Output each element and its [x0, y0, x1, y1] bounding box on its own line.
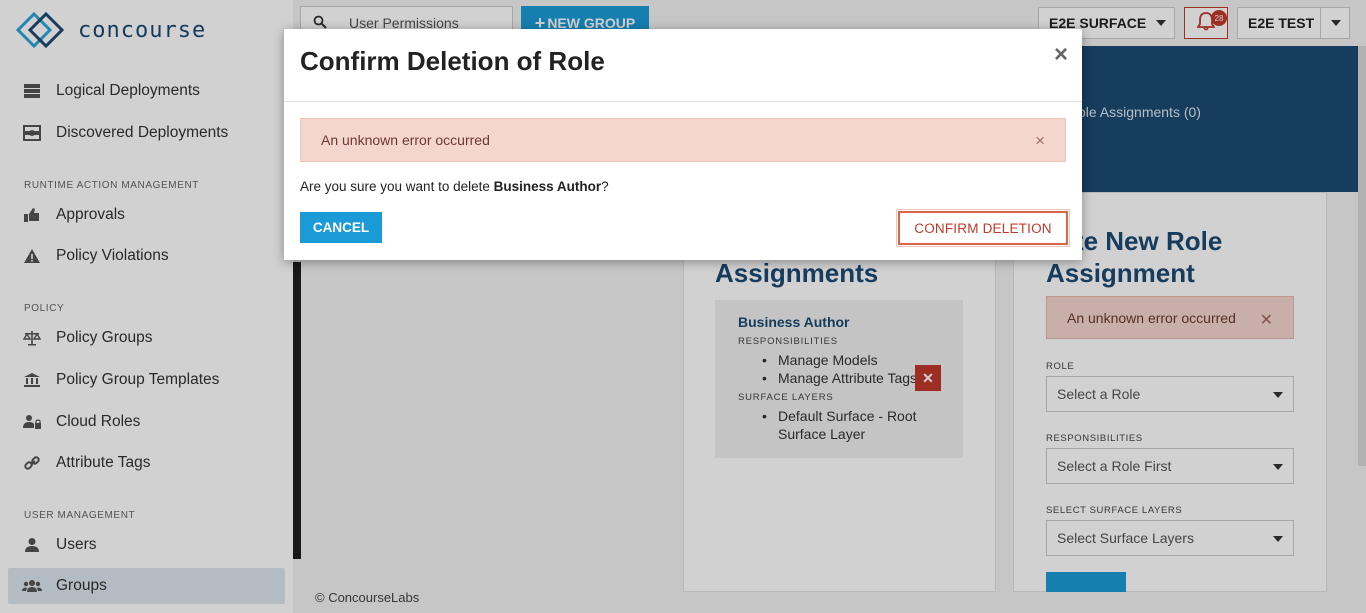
question-role-name: Business Author — [493, 179, 602, 194]
close-icon[interactable]: × — [1054, 41, 1068, 69]
modal-question: Are you sure you want to delete Business… — [300, 179, 609, 194]
close-icon[interactable]: × — [1035, 131, 1045, 151]
cancel-button[interactable]: CANCEL — [300, 212, 382, 243]
confirm-deletion-modal: Confirm Deletion of Role × An unknown er… — [284, 29, 1082, 260]
question-prefix: Are you sure you want to delete — [300, 179, 494, 194]
modal-header: Confirm Deletion of Role × — [284, 29, 1082, 102]
confirm-deletion-button[interactable]: CONFIRM DELETION — [896, 209, 1070, 247]
modal-error-alert: An unknown error occurred × — [300, 118, 1066, 162]
question-suffix: ? — [601, 179, 609, 194]
modal-title: Confirm Deletion of Role — [300, 46, 605, 76]
modal-error-text: An unknown error occurred — [321, 132, 490, 148]
